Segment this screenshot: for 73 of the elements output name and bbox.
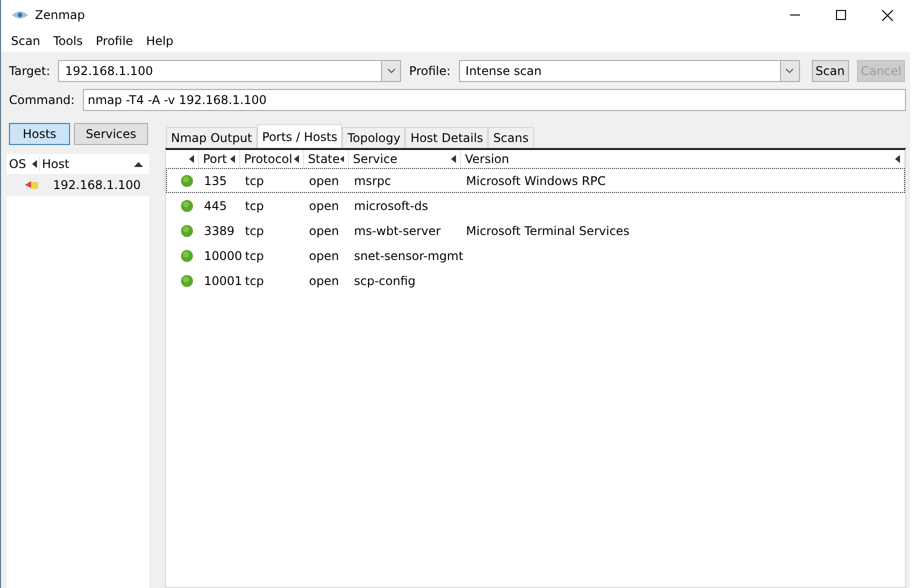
column-header[interactable]: State	[308, 152, 340, 166]
os-icon	[25, 180, 39, 190]
column-header[interactable]: Host	[40, 157, 149, 171]
status-dot-icon	[180, 274, 192, 286]
target-label: Target:	[9, 64, 50, 78]
table-cell: 445	[204, 198, 227, 212]
table-cell: 3389	[204, 224, 235, 238]
menu-item[interactable]: Profile	[96, 34, 134, 48]
table-cell: Microsoft Windows RPC	[466, 174, 606, 188]
view-toggle-button[interactable]: Hosts	[9, 123, 70, 145]
table-cell: tcp	[245, 248, 264, 262]
command-field[interactable]: nmap -T4 -A -v 192.168.1.100	[82, 89, 906, 111]
menu-item[interactable]: Tools	[53, 34, 83, 48]
host-row[interactable]: 192.168.1.100	[7, 174, 149, 196]
tab[interactable]: Scans	[488, 127, 534, 148]
table-row[interactable]: 10001 tcp open scp-config	[166, 268, 905, 293]
table-cell: 135	[204, 174, 227, 188]
tab[interactable]: Topology	[342, 127, 406, 148]
sort-arrow-icon	[32, 160, 38, 168]
column-header[interactable]: OS	[7, 157, 40, 171]
profile-label: Profile:	[409, 64, 451, 78]
sort-arrow-icon	[451, 155, 456, 163]
sort-up-icon	[134, 162, 143, 166]
target-combo[interactable]: 192.168.1.100	[58, 60, 402, 82]
table-cell: open	[309, 224, 339, 238]
table-cell: 10001	[204, 274, 242, 288]
table-cell: tcp	[245, 274, 264, 288]
chevron-icon	[785, 68, 794, 74]
status-dot-icon	[180, 224, 192, 236]
status-dot-icon	[180, 250, 192, 262]
column-header[interactable]: Version	[465, 152, 510, 166]
table-cell: Microsoft Terminal Services	[466, 224, 630, 238]
status-dot-icon	[180, 200, 192, 212]
table-cell: tcp	[245, 198, 264, 212]
column-header[interactable]: Protocol	[244, 152, 292, 166]
menu-item[interactable]: Help	[146, 34, 174, 48]
menu-item[interactable]: Scan	[11, 34, 40, 48]
table-row[interactable]: 10000 tcp open snet-sensor-mgmt	[166, 243, 905, 268]
sort-arrow-icon	[230, 155, 235, 163]
tab[interactable]: Nmap Output	[166, 127, 258, 148]
table-cell: open	[309, 198, 339, 212]
view-toggle-button[interactable]: Services	[74, 123, 148, 145]
table-cell: open	[309, 174, 339, 188]
table-cell: open	[309, 274, 339, 288]
status-dot-icon	[180, 174, 192, 186]
scan-button[interactable]: Scan	[812, 60, 849, 82]
close-icon[interactable]	[882, 10, 893, 20]
table-row[interactable]: 3389 tcp open ms-wbt-server Microsoft Terminal Services	[166, 218, 905, 243]
table-cell: snet-sensor-mgmt	[354, 248, 464, 262]
column-header[interactable]: Port	[203, 152, 227, 166]
command-label: Command:	[9, 93, 75, 107]
eye-icon	[11, 10, 29, 20]
table-cell: msrpc	[354, 174, 392, 188]
table-cell: ms-wbt-server	[354, 224, 441, 238]
profile-combo[interactable]: Intense scan	[458, 60, 800, 82]
sort-arrow-icon	[340, 155, 344, 163]
tab[interactable]: Host Details	[405, 127, 488, 148]
sort-arrow-icon	[294, 155, 299, 163]
table-row[interactable]: 135 tcp open msrpc Microsoft Windows RPC	[166, 168, 905, 193]
table-cell: scp-config	[354, 274, 416, 288]
chevron-icon	[386, 68, 396, 74]
table-cell: open	[309, 248, 339, 262]
table-cell: microsoft-ds	[354, 198, 428, 212]
window-title: Zenmap	[35, 8, 85, 22]
table-row[interactable]: 445 tcp open microsoft-ds	[166, 193, 905, 218]
table-cell: tcp	[245, 174, 264, 188]
table-cell: 10000	[204, 248, 242, 262]
table-cell: tcp	[245, 224, 264, 238]
sort-arrow-icon	[895, 155, 900, 163]
maximize-icon[interactable]	[836, 10, 846, 20]
sort-arrow-icon	[189, 155, 194, 163]
column-header[interactable]: Service	[353, 152, 398, 166]
tab[interactable]: Ports / Hosts	[257, 124, 342, 148]
